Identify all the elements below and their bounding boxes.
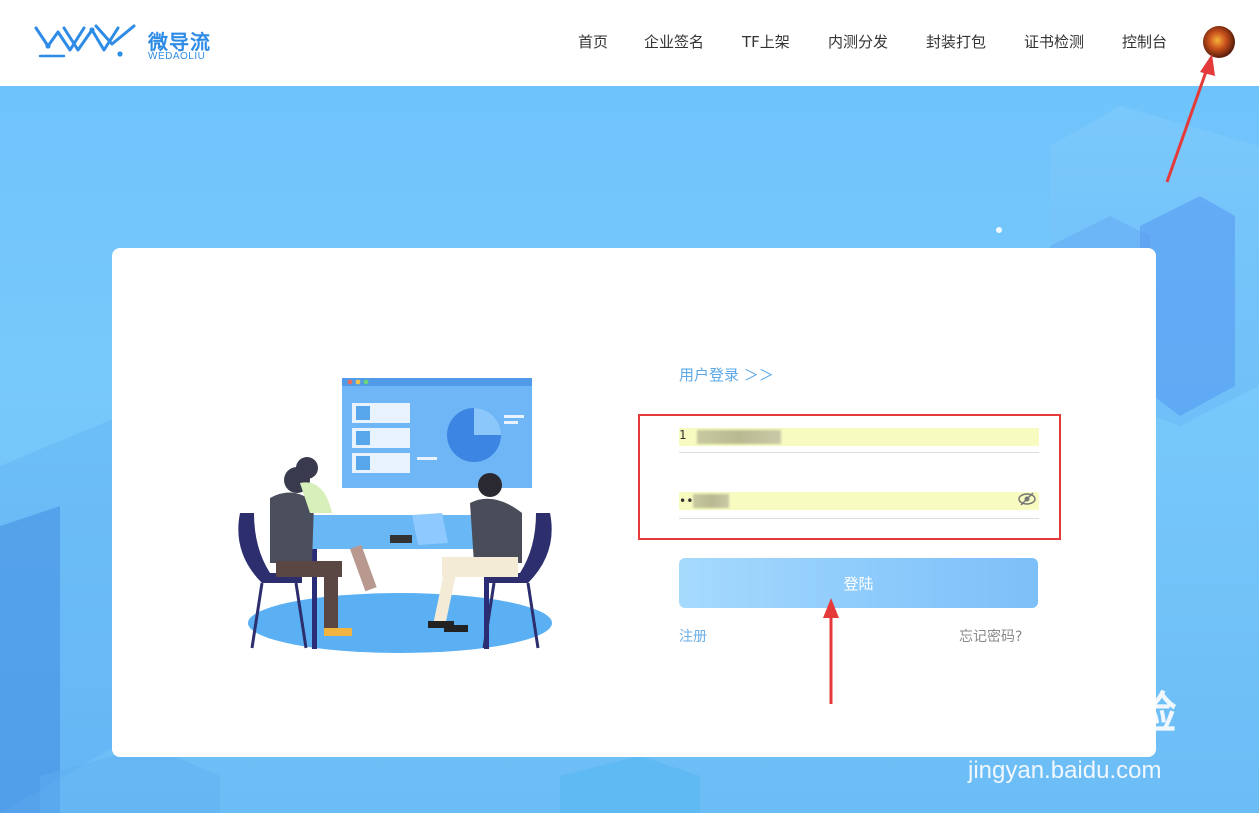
nav-cert-check[interactable]: 证书检测 [1024,31,1084,52]
nav-console[interactable]: 控制台 [1122,31,1167,52]
arrow-to-avatar-icon [1165,54,1215,183]
eye-off-icon[interactable] [1018,492,1036,506]
password-blur [693,494,729,508]
main-nav: 首页 企业签名 TF上架 内测分发 封装打包 证书检测 控制台 [0,31,1259,55]
watermark-main: Baidu经验 [966,689,1177,738]
password-field[interactable] [679,484,1039,519]
nav-tf-listing[interactable]: TF上架 [742,31,790,52]
nav-enterprise-sign[interactable]: 企业签名 [644,31,704,52]
top-header: 微导流 WEDAOLIU 首页 企业签名 TF上架 内测分发 封装打包 证书检测… [0,0,1259,86]
arrow-to-login-icon [823,598,839,704]
username-blur [697,430,781,444]
nav-package[interactable]: 封装打包 [926,31,986,52]
login-title: 用户登录 ＞＞ [679,366,774,384]
register-link[interactable]: 注册 [679,626,707,646]
nav-beta-distribution[interactable]: 内测分发 [828,31,888,52]
watermark-sub: jingyan.baidu.com [968,757,1162,784]
nav-home[interactable]: 首页 [578,31,608,52]
meeting-illustration [238,378,552,653]
username-field[interactable] [679,418,1039,453]
forgot-password-link[interactable]: 忘记密码? [959,626,1022,646]
login-button[interactable]: 登陆 [679,558,1038,608]
